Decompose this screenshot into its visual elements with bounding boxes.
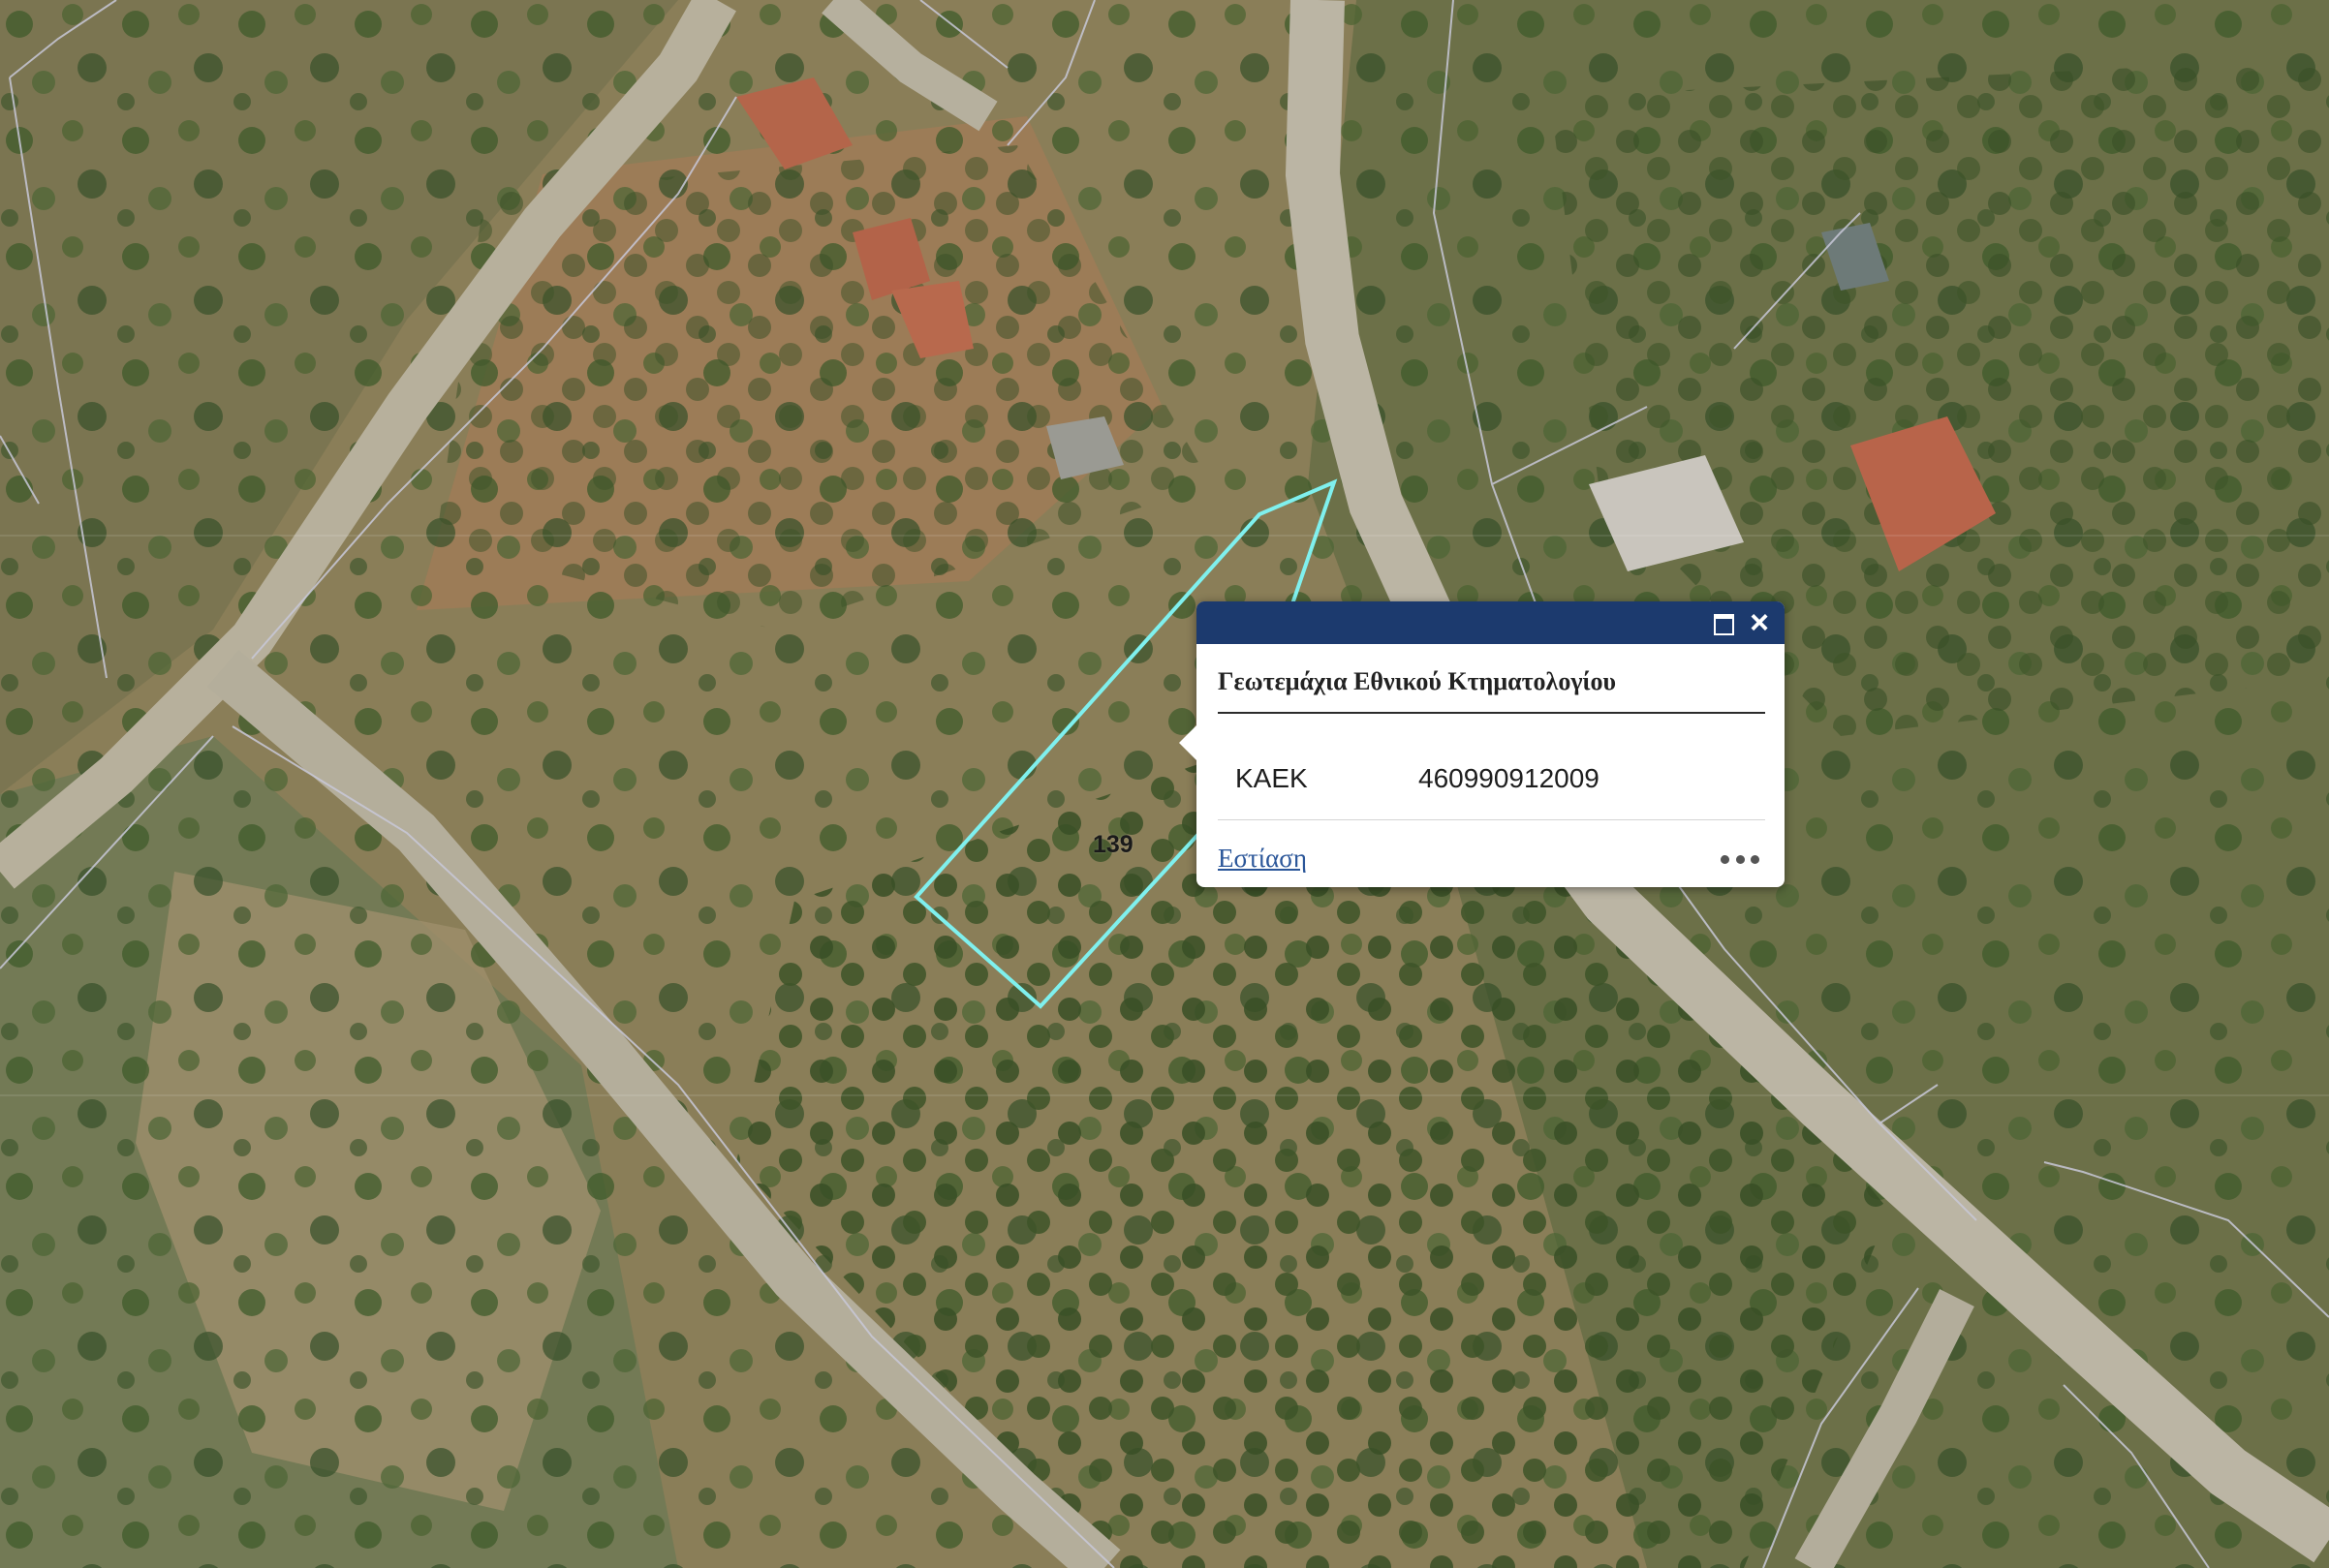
popup-pointer bbox=[1179, 725, 1196, 760]
popup-title: Γεωτεμάχια Εθνικού Κτηματολογίου bbox=[1218, 667, 1765, 714]
tile-seam bbox=[0, 1094, 2329, 1096]
feature-popup: × Γεωτεμάχια Εθνικού Κτηματολογίου ΚΑΕΚ … bbox=[1179, 601, 1785, 887]
satellite-imagery bbox=[0, 0, 2329, 1568]
zoom-to-link[interactable]: Εστίαση bbox=[1218, 844, 1307, 874]
satellite-map[interactable]: 139 × Γεωτεμάχια Εθνικού Κτηματολογίου Κ… bbox=[0, 0, 2329, 1568]
attribute-value: 460990912009 bbox=[1418, 763, 1599, 793]
more-actions-icon[interactable] bbox=[1721, 849, 1759, 869]
attribute-row: ΚΑΕΚ 460990912009 bbox=[1218, 742, 1765, 820]
close-icon[interactable]: × bbox=[1744, 606, 1775, 639]
dot bbox=[1721, 854, 1729, 864]
tile-seam bbox=[0, 535, 2329, 537]
dot bbox=[1751, 854, 1759, 864]
parcel-number-label: 139 bbox=[1093, 831, 1133, 858]
maximize-icon[interactable] bbox=[1713, 612, 1734, 635]
popup-header: × bbox=[1196, 601, 1785, 644]
attribute-name: ΚΑΕΚ bbox=[1235, 763, 1308, 793]
dot bbox=[1735, 854, 1745, 864]
